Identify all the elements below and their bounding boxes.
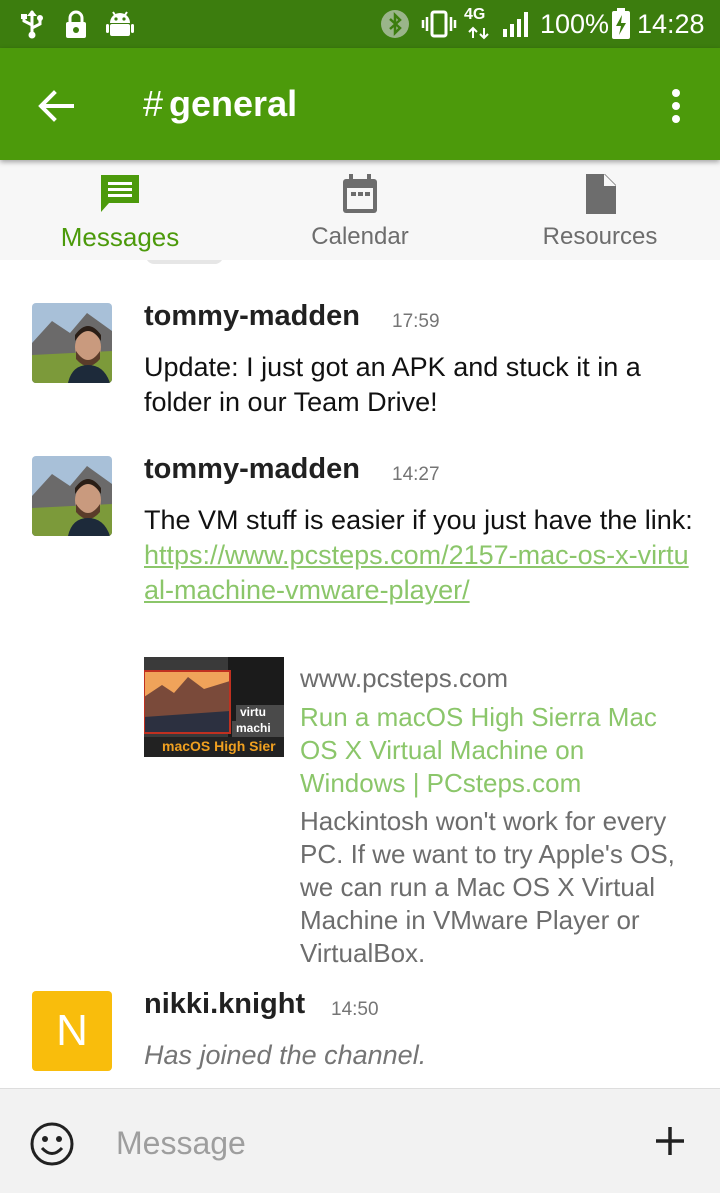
status-bar: 4G 100% 14:28: [0, 0, 720, 48]
battery-charging-icon: [610, 8, 632, 40]
file-icon: [480, 172, 720, 216]
link-preview-description: Hackintosh won't work for every PC. If w…: [300, 806, 675, 968]
android-icon: [104, 8, 136, 40]
plus-icon: [655, 1126, 685, 1156]
channel-hash: #: [143, 83, 164, 124]
channel-title: # general: [143, 82, 297, 126]
emoji-icon: [29, 1121, 75, 1167]
avatar[interactable]: [32, 456, 112, 536]
message-text: Update: I just got an APK and stuck it i…: [144, 352, 641, 417]
link-preview-title[interactable]: Run a macOS High Sierra Mac OS X Virtual…: [300, 701, 680, 800]
tab-calendar-label: Calendar: [311, 223, 409, 250]
lock-icon: [62, 8, 90, 40]
message-input[interactable]: [116, 1119, 616, 1167]
thumb-text-virtu: virtu: [240, 705, 267, 719]
arrow-back-icon: [38, 90, 74, 122]
tab-messages-label: Messages: [60, 222, 180, 252]
more-vert-icon: [671, 88, 681, 124]
avatar[interactable]: [32, 303, 112, 383]
network-type: 4G: [464, 6, 486, 23]
date-divider: [146, 260, 223, 264]
clock: 14:28: [637, 9, 705, 39]
tab-resources-label: Resources: [542, 223, 658, 250]
tab-calendar[interactable]: Calendar: [240, 160, 480, 260]
message-author[interactable]: tommy-madden: [144, 298, 360, 334]
channel-name: general: [169, 83, 298, 124]
link-preview-image[interactable]: virtu machi macOS High Sier: [144, 657, 284, 757]
message-time: 17:59: [392, 311, 440, 332]
tab-messages[interactable]: Messages: [0, 160, 240, 260]
thumb-text-macos: macOS High Sier: [162, 738, 276, 754]
usb-icon: [18, 8, 46, 40]
data-arrows-icon: [466, 26, 492, 40]
tab-bar: Messages Calendar Resources: [0, 160, 720, 260]
overflow-menu-button[interactable]: [656, 80, 696, 132]
message-text: Has joined the channel.: [144, 1040, 427, 1070]
message-author[interactable]: tommy-madden: [144, 451, 360, 487]
message-composer: [0, 1088, 720, 1193]
link-preview-domain: www.pcsteps.com: [300, 663, 509, 693]
bluetooth-icon: [379, 8, 411, 40]
chat-icon: [0, 172, 240, 216]
message-list[interactable]: tommy-madden 17:59 Update: I just got an…: [0, 260, 720, 1088]
signal-icon: [500, 8, 534, 40]
link-preview[interactable]: www.pcsteps.com Run a macOS High Sierra …: [300, 662, 680, 970]
avatar[interactable]: N: [32, 991, 112, 1071]
emoji-button[interactable]: [28, 1120, 76, 1168]
message-text: The VM stuff is easier if you just have …: [144, 503, 694, 608]
add-attachment-button[interactable]: [648, 1119, 692, 1163]
message-link[interactable]: https://www.pcsteps.com/2157-mac-os-x-vi…: [144, 540, 689, 605]
battery-percent: 100%: [540, 9, 610, 39]
back-button[interactable]: [30, 80, 82, 132]
calendar-icon: [240, 172, 480, 216]
message-author[interactable]: nikki.knight: [144, 986, 305, 1022]
message-time: 14:27: [392, 464, 440, 485]
avatar-letter: N: [56, 1006, 88, 1055]
thumb-text-machi: machi: [236, 721, 271, 735]
app-bar: # general: [0, 48, 720, 160]
message-text-prefix: The VM stuff is easier if you just have …: [144, 505, 693, 535]
vibrate-icon: [420, 8, 458, 40]
tab-resources[interactable]: Resources: [480, 160, 720, 260]
message-time: 14:50: [331, 999, 379, 1020]
